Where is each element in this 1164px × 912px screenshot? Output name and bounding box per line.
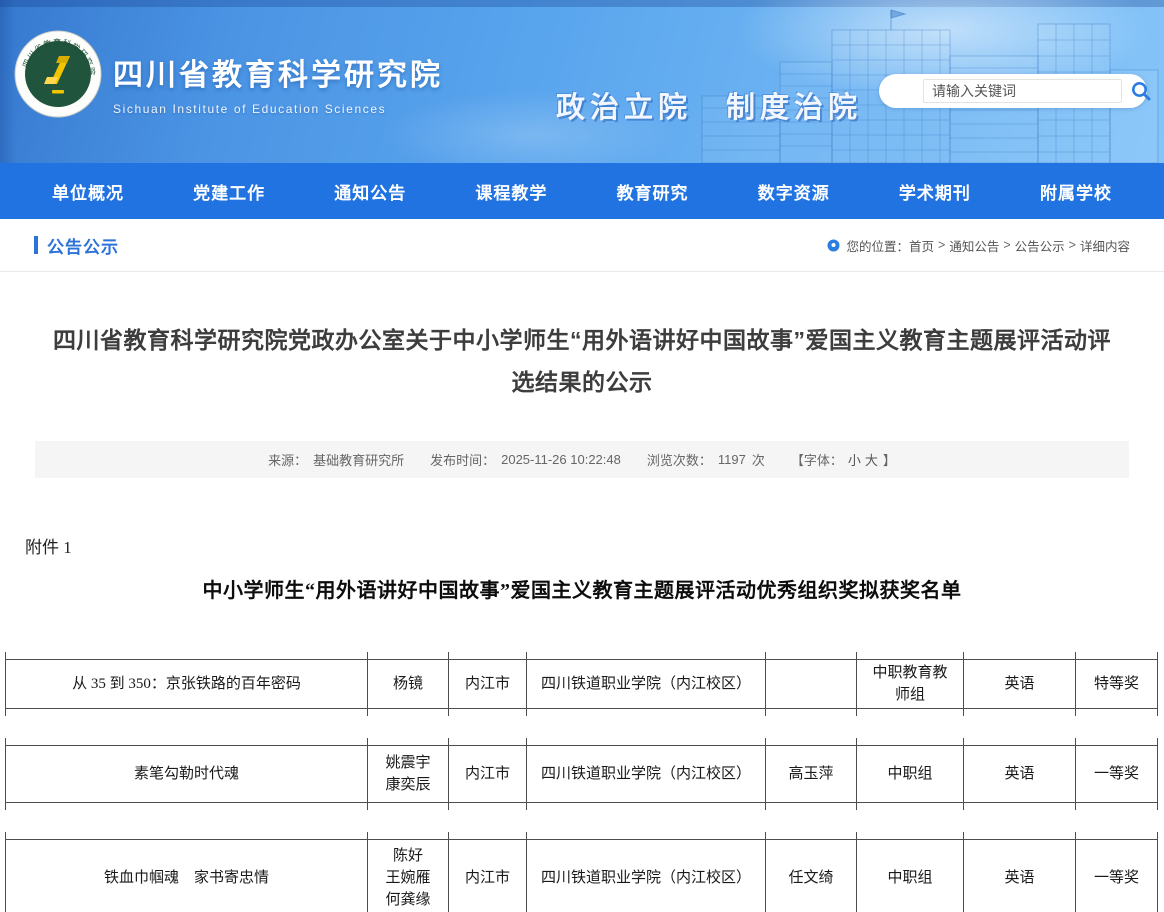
article-meta-bar: 来源： 基础教育研究所 发布时间： 2025-11-26 10:22:48 浏览次数… — [35, 441, 1129, 478]
breadcrumb-announcements[interactable]: 公告公示 — [1015, 236, 1065, 255]
cell-city: 内江市 — [448, 839, 526, 912]
views-label: 浏览次数： — [647, 450, 712, 469]
cell-school: 四川铁道职业学院（内江校区） — [526, 839, 765, 912]
breadcrumb-separator: > — [1069, 238, 1076, 252]
award-table-block: 素笔勾勒时代魂 姚震宇 康奕辰 内江市 四川铁道职业学院（内江校区） 高玉萍 中… — [5, 738, 1158, 810]
search-box — [879, 74, 1147, 108]
cell-group: 中职组 — [856, 745, 963, 803]
nav-item-research[interactable]: 教育研究 — [617, 179, 689, 204]
publish-time-label: 发布时间： — [430, 450, 495, 469]
site-header: 四川省教育科学研究院 四川省教育科学研究院 Sichuan Institute … — [0, 0, 1164, 163]
font-small-button[interactable]: 小 — [848, 450, 861, 469]
site-name-english: Sichuan Institute of Education Sciences — [113, 102, 443, 116]
breadcrumb-separator: > — [1003, 238, 1010, 252]
cell-participants: 陈好 王婉雁 何龚缘 — [367, 839, 448, 912]
table-border-ticks — [5, 652, 1158, 659]
table-border-ticks — [5, 738, 1158, 745]
section-accent-bar — [34, 236, 38, 254]
site-name: 四川省教育科学研究院 — [113, 50, 443, 94]
location-label: 您的位置： — [846, 236, 909, 255]
cell-award: 一等奖 — [1075, 839, 1158, 912]
cell-work: 素笔勾勒时代魂 — [5, 745, 367, 803]
views-unit: 次 — [752, 450, 765, 469]
cell-school: 四川铁道职业学院（内江校区） — [526, 659, 765, 709]
cell-group: 中职组 — [856, 839, 963, 912]
award-list-heading: 中小学师生“用外语讲好中国故事”爱国主义教育主题展评活动优秀组织奖拟获奖名单 — [0, 574, 1164, 603]
source-value: 基础教育研究所 — [313, 450, 404, 469]
cell-school: 四川铁道职业学院（内江校区） — [526, 745, 765, 803]
cell-language: 英语 — [963, 839, 1075, 912]
institute-logo[interactable]: 四川省教育科学研究院 — [14, 30, 102, 118]
article-title: 四川省教育科学研究院党政办公室关于中小学师生“用外语讲好中国故事”爱国主义教育主… — [42, 319, 1122, 403]
location-pin-icon — [827, 239, 840, 252]
breadcrumb: 您的位置： 首页 > 通知公告 > 公告公示 > 详细内容 — [827, 236, 1130, 255]
cell-teacher: 任文绮 — [765, 839, 856, 912]
font-large-button[interactable]: 大 — [865, 450, 878, 469]
table-row: 从 35 到 350：京张铁路的百年密码 杨镜 内江市 四川铁道职业学院（内江校… — [5, 659, 1158, 709]
award-table-block: 铁血巾帼魂 家书寄忠情 陈好 王婉雁 何龚缘 内江市 四川铁道职业学院（内江校区… — [5, 832, 1158, 912]
breadcrumb-bar: 公告公示 您的位置： 首页 > 通知公告 > 公告公示 > 详细内容 — [0, 219, 1164, 272]
breadcrumb-current: 详细内容 — [1080, 236, 1130, 255]
nav-item-schools[interactable]: 附属学校 — [1040, 179, 1112, 204]
cell-teacher — [765, 659, 856, 709]
award-table-block: 从 35 到 350：京张铁路的百年密码 杨镜 内江市 四川铁道职业学院（内江校… — [5, 652, 1158, 716]
search-icon — [1130, 80, 1152, 102]
nav-item-notices[interactable]: 通知公告 — [334, 179, 406, 204]
search-button[interactable] — [1130, 78, 1152, 104]
document-body: 附件 1 中小学师生“用外语讲好中国故事”爱国主义教育主题展评活动优秀组织奖拟获… — [0, 533, 1164, 912]
publish-time-value: 2025-11-26 10:22:48 — [501, 452, 621, 467]
cell-language: 英语 — [963, 659, 1075, 709]
header-slogan: 政治立院 制度治院 — [556, 84, 862, 126]
nav-item-overview[interactable]: 单位概况 — [52, 179, 124, 204]
cell-participants: 杨镜 — [367, 659, 448, 709]
cell-award: 一等奖 — [1075, 745, 1158, 803]
site-identity: 四川省教育科学研究院 Sichuan Institute of Educatio… — [113, 50, 443, 116]
nav-item-party[interactable]: 党建工作 — [193, 179, 265, 204]
cell-city: 内江市 — [448, 659, 526, 709]
breadcrumb-separator: > — [938, 238, 945, 252]
nav-item-digital[interactable]: 数字资源 — [758, 179, 830, 204]
cell-award: 特等奖 — [1075, 659, 1158, 709]
main-navigation: 单位概况 党建工作 通知公告 课程教学 教育研究 数字资源 学术期刊 附属学校 — [0, 163, 1164, 219]
section-title: 公告公示 — [47, 233, 119, 258]
views-value: 1197 — [718, 452, 746, 467]
table-border-ticks — [5, 803, 1158, 810]
cell-participants: 姚震宇 康奕辰 — [367, 745, 448, 803]
table-border-ticks — [5, 709, 1158, 716]
font-size-close: 】 — [883, 450, 896, 469]
nav-item-courses[interactable]: 课程教学 — [475, 179, 547, 204]
source-label: 来源： — [268, 450, 307, 469]
table-row: 素笔勾勒时代魂 姚震宇 康奕辰 内江市 四川铁道职业学院（内江校区） 高玉萍 中… — [5, 745, 1158, 803]
breadcrumb-home[interactable]: 首页 — [909, 236, 934, 255]
cell-teacher: 高玉萍 — [765, 745, 856, 803]
cell-group: 中职教育教 师组 — [856, 659, 963, 709]
cell-work: 铁血巾帼魂 家书寄忠情 — [5, 839, 367, 912]
cell-language: 英语 — [963, 745, 1075, 803]
search-input[interactable] — [923, 79, 1122, 103]
nav-item-journals[interactable]: 学术期刊 — [899, 179, 971, 204]
cell-work: 从 35 到 350：京张铁路的百年密码 — [5, 659, 367, 709]
cell-city: 内江市 — [448, 745, 526, 803]
breadcrumb-notices[interactable]: 通知公告 — [949, 236, 999, 255]
table-border-ticks — [5, 832, 1158, 839]
page: 四川省教育科学研究院 四川省教育科学研究院 Sichuan Institute … — [0, 0, 1164, 912]
table-row: 铁血巾帼魂 家书寄忠情 陈好 王婉雁 何龚缘 内江市 四川铁道职业学院（内江校区… — [5, 839, 1158, 912]
font-size-open: 【字体： — [791, 450, 843, 469]
attachment-label: 附件 1 — [25, 533, 1164, 558]
